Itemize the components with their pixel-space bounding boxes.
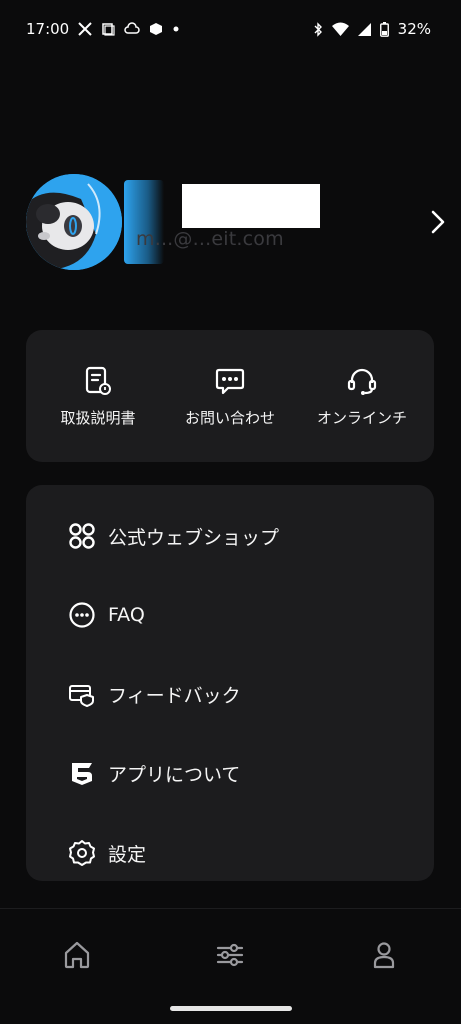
manual-icon [85,366,111,395]
dot-icon [172,25,180,33]
user-name-redacted [182,184,320,228]
quick-action-manual[interactable]: 取扱説明書 [33,365,163,428]
battery-percent: 32% [397,20,431,38]
quick-action-online-chat[interactable]: オンラインチ [297,365,427,428]
cloud-icon [124,22,140,36]
status-right: 32% [313,20,431,38]
bottom-divider [0,908,461,909]
signal-icon [357,22,371,36]
menu-item-about[interactable]: アプリについて [68,753,240,793]
headset-icon [347,368,377,395]
home-icon [64,941,89,969]
shop-grid-icon [69,523,95,549]
avatar-banner [124,180,164,264]
nav-home-button[interactable] [37,925,117,985]
quick-action-label: 取扱説明書 [60,408,136,427]
wifi-icon [331,22,349,36]
sliders-icon [217,943,244,967]
person-icon [374,942,395,969]
status-left: 17:00 [26,20,180,38]
app-icon [149,22,163,36]
bluetooth-icon [313,21,323,37]
feedback-icon [69,685,94,707]
quick-action-label: オンラインチ [316,408,407,427]
settings-gear-icon [69,840,95,866]
menu-item-label: FAQ [108,604,145,626]
quick-action-contact[interactable]: お問い合わせ [165,365,295,428]
bottom-nav [0,920,461,990]
quick-action-label: お問い合わせ [184,408,275,427]
menu-item-settings[interactable]: 設定 [68,833,146,873]
status-bar: 17:00 32% [0,0,461,58]
about-app-icon [72,763,92,785]
chat-icon [215,368,245,394]
avatar[interactable] [26,174,122,270]
menu-item-label: フィードバック [108,684,241,707]
quick-actions-card: 取扱説明書 お問い合わせ オンラインチ [26,330,434,462]
menu-item-feedback[interactable]: フィードバック [68,674,241,714]
menu-item-label: アプリについて [108,763,241,786]
menu-card: 公式ウェブショップ FAQ フィードバック アプリについて 設定 [26,485,434,881]
status-time: 17:00 [26,20,70,38]
profile-header[interactable]: m...@...eit.com [26,172,446,272]
menu-item-faq[interactable]: FAQ [68,595,145,635]
user-email: m...@...eit.com [136,228,284,250]
nav-controls-button[interactable] [190,925,270,985]
faq-icon [69,602,95,628]
screen-icon [101,22,115,36]
gesture-bar[interactable] [170,1006,292,1011]
battery-icon [379,21,389,37]
x-icon [78,22,92,36]
menu-item-webshop[interactable]: 公式ウェブショップ [68,516,279,556]
menu-item-label: 公式ウェブショップ [108,526,280,549]
menu-item-label: 設定 [108,843,147,866]
nav-profile-button[interactable] [344,925,424,985]
chevron-right-icon[interactable] [426,208,450,236]
